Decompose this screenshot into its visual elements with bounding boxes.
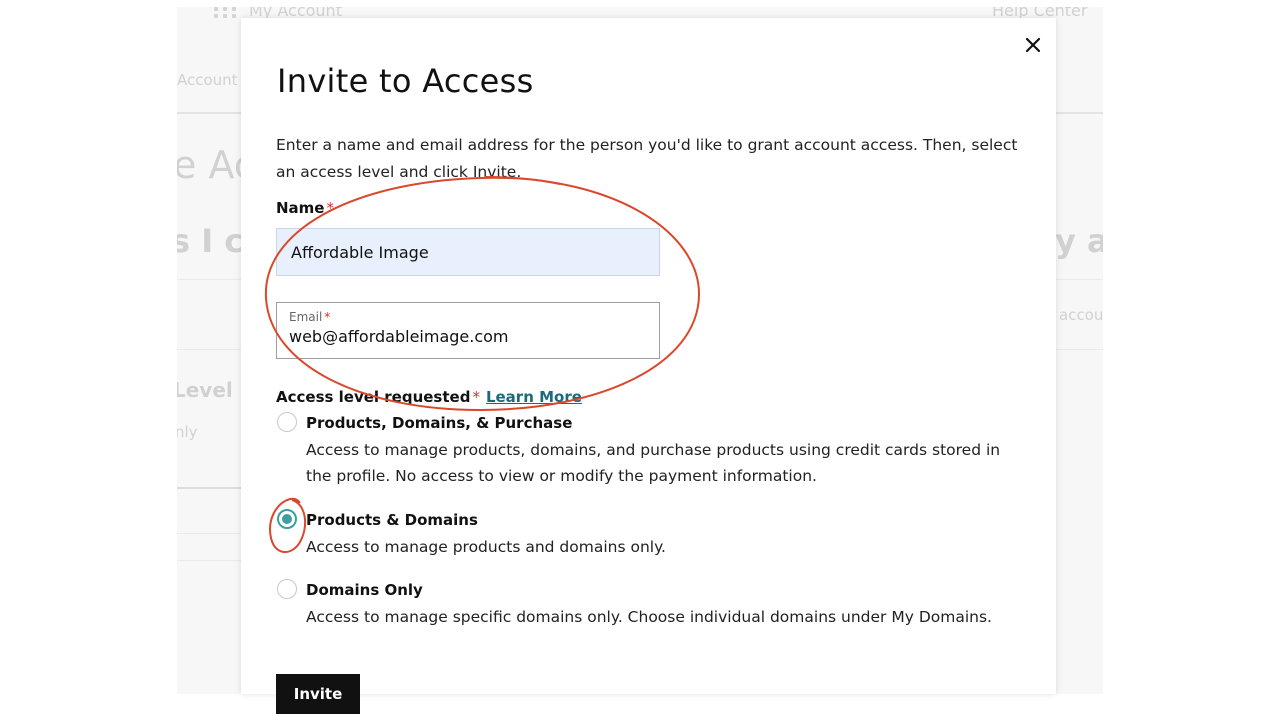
close-icon <box>1025 37 1041 53</box>
required-mark: * <box>326 199 334 217</box>
radio-domains-only[interactable] <box>277 579 297 599</box>
modal-description: Enter a name and email address for the p… <box>276 136 1018 181</box>
invite-button[interactable]: Invite <box>276 674 360 714</box>
option-description-products-domains-purchase: Access to manage products, domains, and … <box>306 441 1001 485</box>
close-button[interactable] <box>1021 33 1045 57</box>
option-description-domains-only: Access to manage specific domains only. … <box>306 608 992 626</box>
email-label-text: Email <box>289 310 323 324</box>
radio-products-domains[interactable] <box>277 509 297 529</box>
required-mark: * <box>472 388 480 406</box>
option-title-domains-only: Domains Only <box>306 581 423 599</box>
name-label-text: Name <box>276 199 325 217</box>
email-field[interactable]: Email * <box>276 302 660 359</box>
radio-products-domains-purchase[interactable] <box>277 412 297 432</box>
modal-title: Invite to Access <box>277 62 534 100</box>
invite-modal: Invite to Access Enter a name and email … <box>241 18 1056 714</box>
required-mark: * <box>324 310 331 324</box>
access-level-label-text: Access level requested <box>276 388 471 406</box>
learn-more-link[interactable]: Learn More <box>486 388 582 406</box>
access-level-label: Access level requested * Learn More <box>276 388 582 406</box>
name-input[interactable] <box>276 228 660 276</box>
option-description-products-domains: Access to manage products and domains on… <box>306 538 666 556</box>
email-input[interactable] <box>289 327 649 346</box>
option-title-products-domains-purchase: Products, Domains, & Purchase <box>306 414 573 432</box>
name-label: Name * <box>276 199 334 217</box>
option-title-products-domains: Products & Domains <box>306 511 478 529</box>
email-label: Email * <box>289 310 330 324</box>
